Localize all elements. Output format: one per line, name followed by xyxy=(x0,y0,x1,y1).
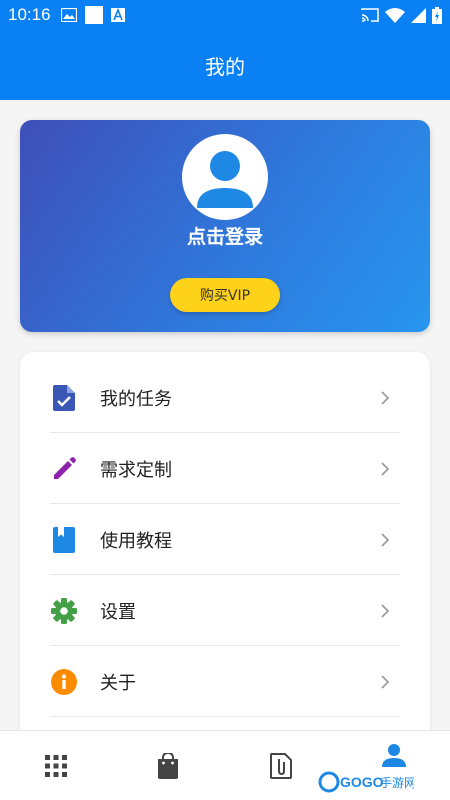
apps-grid-icon xyxy=(45,755,67,777)
attachment-doc-icon xyxy=(270,753,292,779)
person-avatar-icon xyxy=(197,151,253,208)
nav-item-shop[interactable] xyxy=(112,731,224,800)
image-icon xyxy=(60,8,77,22)
status-notification-icons xyxy=(60,6,125,24)
chevron-right-icon xyxy=(381,461,390,476)
status-time: 10:16 xyxy=(8,5,51,24)
menu-item-my-tasks[interactable]: 我的任务 xyxy=(50,362,400,433)
menu-item-tutorial[interactable]: 使用教程 xyxy=(50,504,400,575)
person-icon xyxy=(382,744,406,767)
nav-item-apps[interactable] xyxy=(0,731,112,800)
profile-card[interactable]: 点击登录 购买VIP xyxy=(20,120,430,332)
chevron-right-icon xyxy=(381,532,390,547)
menu-item-label: 我的任务 xyxy=(100,388,172,410)
square-icon xyxy=(84,6,103,24)
signal-icon xyxy=(411,7,426,23)
divider xyxy=(50,716,400,717)
svg-text:GOGO: GOGO xyxy=(340,774,384,790)
wifi-icon xyxy=(385,7,405,23)
pencil-icon xyxy=(50,455,78,483)
page-title: 我的 xyxy=(205,54,245,79)
buy-vip-button[interactable]: 购买VIP xyxy=(170,278,280,312)
menu-item-label: 关于 xyxy=(100,672,136,694)
menu-item-settings[interactable]: 设置 xyxy=(50,575,400,646)
task-doc-icon xyxy=(50,384,78,412)
menu-item-about[interactable]: 关于 xyxy=(50,646,400,717)
login-prompt[interactable]: 点击登录 xyxy=(20,222,430,249)
menu-item-label: 使用教程 xyxy=(100,530,172,552)
svg-text:手游网: 手游网 xyxy=(380,776,414,790)
shopping-bag-icon xyxy=(158,753,178,779)
chevron-right-icon xyxy=(381,674,390,689)
watermark-logo: GOGO 手游网 xyxy=(318,771,414,793)
battery-icon xyxy=(432,6,442,24)
menu-card: 我的任务 需求定制 使用教程 设置 关于 xyxy=(20,352,430,752)
gear-icon xyxy=(50,597,78,625)
info-icon xyxy=(50,668,78,696)
avatar[interactable] xyxy=(182,134,268,220)
menu-item-label: 设置 xyxy=(100,601,136,623)
chevron-right-icon xyxy=(381,390,390,405)
a-notification-icon xyxy=(110,8,125,22)
menu-item-label: 需求定制 xyxy=(100,459,172,481)
status-bar: 10:16 xyxy=(0,0,450,30)
book-icon xyxy=(50,526,78,554)
app-bar: 我的 xyxy=(0,30,450,100)
status-system-icons xyxy=(361,6,442,24)
menu-item-custom-request[interactable]: 需求定制 xyxy=(50,433,400,504)
cast-icon xyxy=(361,8,379,22)
chevron-right-icon xyxy=(381,603,390,618)
